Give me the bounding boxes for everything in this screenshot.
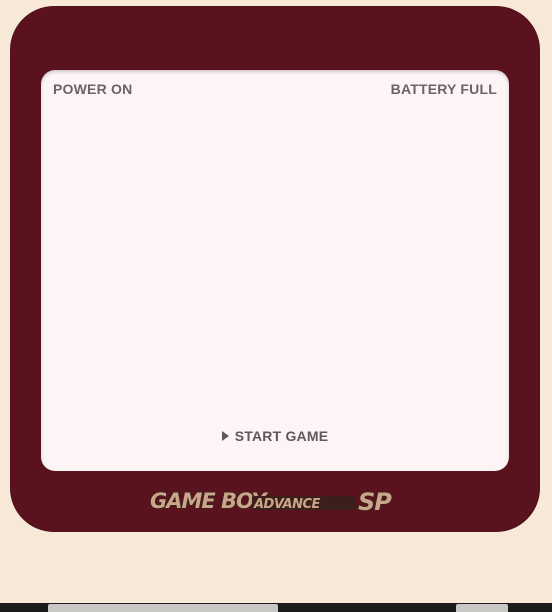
power-status: POWER ON (53, 81, 133, 97)
play-triangle-icon (221, 431, 229, 441)
start-game-label: START GAME (234, 428, 329, 444)
device-shell: POWER ON BATTERY FULL START GAME GAME BO… (0, 0, 552, 612)
left-hinge (48, 604, 278, 612)
logo-gameboy-text: GAME BOY (150, 489, 268, 513)
gameboy-advance-sp-logo: GAME BOY ADVANCE SP (149, 487, 394, 516)
logo-sp-text: SP (358, 488, 392, 516)
right-hinge (456, 604, 508, 612)
start-game-menu-item[interactable]: START GAME (41, 428, 509, 444)
logo-advance-text: ADVANCE (253, 497, 321, 512)
battery-status: BATTERY FULL (390, 81, 497, 97)
game-screen[interactable]: POWER ON BATTERY FULL START GAME (41, 70, 509, 471)
